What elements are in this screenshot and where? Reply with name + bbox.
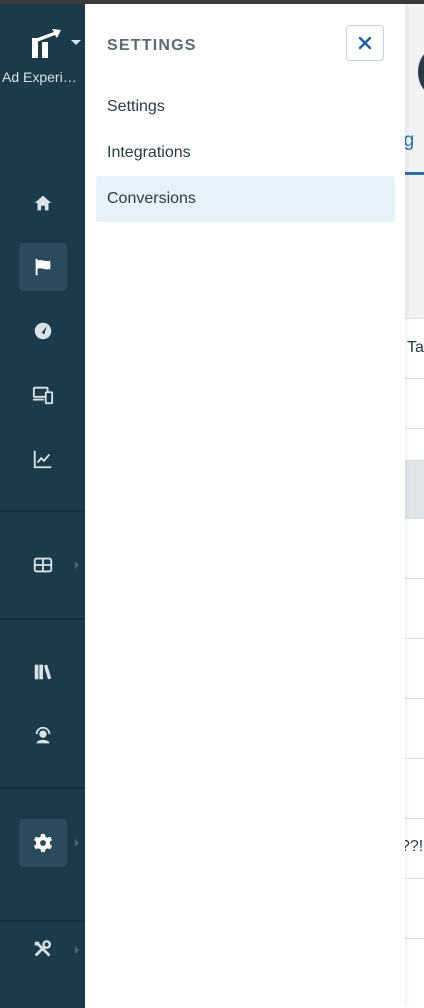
panel-title: SETTINGS: [107, 37, 197, 54]
menu-item-conversions[interactable]: Conversions: [96, 176, 395, 222]
books-icon: [34, 664, 52, 680]
tools-icon: [34, 940, 52, 957]
nav-home[interactable]: [19, 179, 67, 227]
chevron-right-icon: [75, 561, 79, 569]
devices-icon: [32, 386, 54, 405]
table-row[interactable]: [405, 938, 424, 1008]
rail-divider: [0, 787, 85, 789]
table-row[interactable]: [405, 378, 424, 428]
table-row[interactable]: [405, 518, 424, 578]
rail-divider: [0, 618, 85, 620]
nav-tools[interactable]: [19, 926, 67, 974]
tab-label-fragment[interactable]: ng: [405, 130, 414, 152]
menu-item-label: Integrations: [107, 144, 191, 161]
active-tab-indicator: [405, 172, 424, 175]
nav-campaigns[interactable]: [19, 243, 67, 291]
rail-divider: [0, 920, 85, 922]
table-row[interactable]: [405, 460, 424, 518]
table-header-row: Ta: [405, 318, 424, 378]
nav-analytics[interactable]: [19, 435, 67, 483]
nav-devices[interactable]: [19, 371, 67, 419]
nav-library[interactable]: [19, 648, 67, 696]
menu-item-settings[interactable]: Settings: [96, 84, 395, 130]
close-button[interactable]: [346, 25, 384, 61]
chevron-down-icon: [71, 40, 81, 45]
table-row: [405, 428, 424, 460]
table-row[interactable]: [405, 758, 424, 818]
table-icon: [33, 557, 53, 573]
nav-tables[interactable]: [19, 541, 67, 589]
page-band: [405, 176, 424, 318]
cell-text-fragment: ??!: [405, 838, 424, 855]
app-logo-icon: [32, 29, 61, 58]
table-row[interactable]: [405, 878, 424, 938]
app-name: Ad Experienc...: [2, 69, 85, 85]
chevron-right-icon: [75, 839, 79, 847]
nav-support[interactable]: [19, 712, 67, 760]
table-row[interactable]: [405, 638, 424, 698]
table-row[interactable]: ??!: [405, 818, 424, 878]
settings-flyout: SETTINGS Settings Integrations Conversio…: [85, 4, 405, 1008]
gauge-icon: [34, 322, 52, 340]
menu-item-label: Settings: [107, 98, 165, 115]
rail-divider: [0, 510, 85, 512]
close-icon: [358, 36, 372, 50]
support-agent-icon: [35, 726, 51, 744]
menu-item-integrations[interactable]: Integrations: [96, 130, 395, 176]
chart-line-icon: [33, 450, 52, 469]
left-nav-rail: Ad Experienc...: [0, 4, 85, 1008]
nav-settings[interactable]: [19, 819, 67, 867]
home-icon: [34, 195, 52, 211]
table-row[interactable]: [405, 578, 424, 638]
page-heading-fragment: [418, 50, 424, 94]
column-header-fragment[interactable]: Ta: [407, 339, 424, 357]
background-page: ng Ta ??!: [405, 4, 424, 1008]
chevron-right-icon: [75, 946, 79, 954]
menu-item-label: Conversions: [107, 190, 196, 207]
table-row[interactable]: [405, 698, 424, 758]
flag-icon: [35, 258, 51, 276]
gear-icon: [34, 833, 52, 853]
nav-performance[interactable]: [19, 307, 67, 355]
